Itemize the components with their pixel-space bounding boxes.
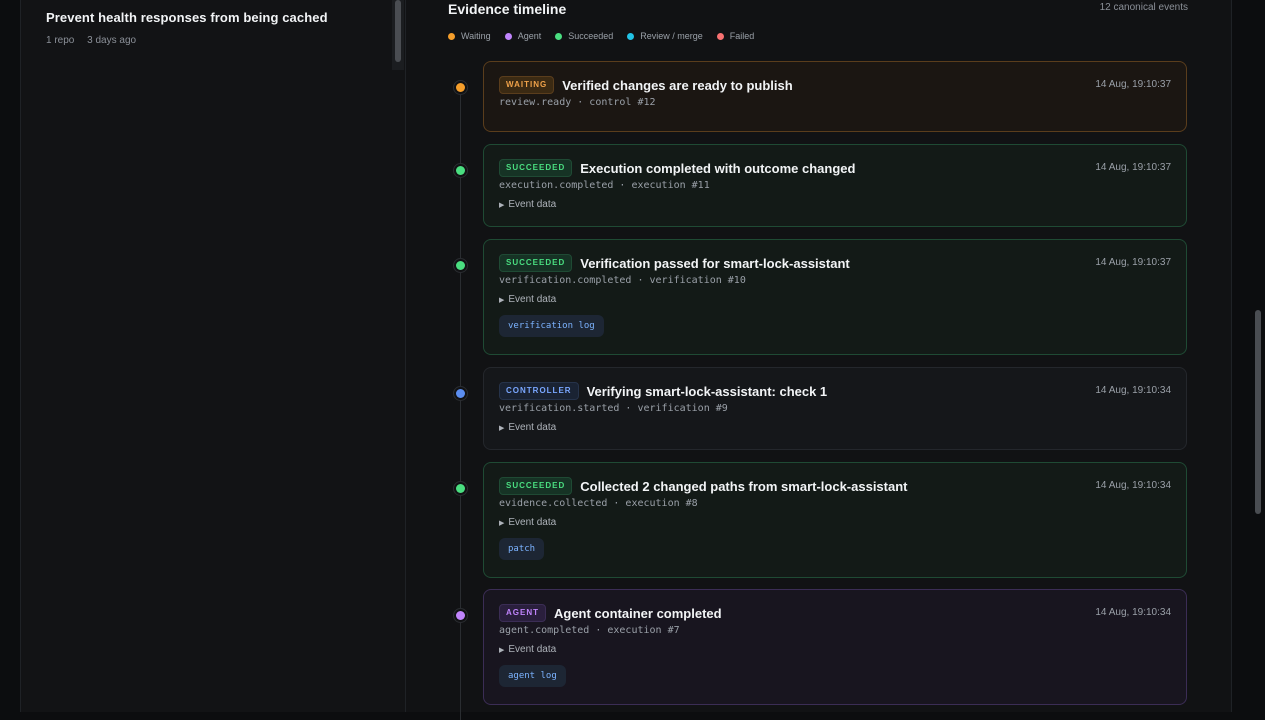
waiting-marker-icon — [456, 83, 465, 92]
status-badge: SUCCEEDED — [499, 159, 573, 177]
event-timestamp: 14 Aug, 19:10:37 — [1095, 257, 1171, 268]
succeeded-dot-icon — [555, 32, 563, 40]
event-timestamp: 14 Aug, 19:10:34 — [1095, 385, 1171, 396]
timeline-event-card[interactable]: WAITING Verified changes are ready to pu… — [483, 61, 1187, 132]
legend-label: Agent — [517, 31, 542, 41]
event-data-label: Event data — [508, 517, 557, 528]
page-scrollbar[interactable] — [1251, 0, 1265, 712]
task-meta: 1 repo 3 days ago — [46, 35, 386, 46]
legend-item-review-merge: Review / merge — [627, 31, 703, 41]
status-badge: CONTROLLER — [499, 382, 579, 400]
task-title: Prevent health responses from being cach… — [46, 10, 328, 25]
event-type-ref: verification.completed · verification #1… — [499, 275, 746, 286]
timeline-event-card[interactable]: SUCCEEDED Verification passed for smart-… — [483, 239, 1187, 355]
event-type-ref: agent.completed · execution #7 — [499, 625, 680, 636]
event-title: Collected 2 changed paths from smart-loc… — [580, 478, 908, 494]
legend-label: Review / merge — [640, 31, 703, 41]
event-data-label: Event data — [508, 199, 557, 210]
event-type-ref: execution.completed · execution #11 — [499, 180, 710, 191]
legend-label: Waiting — [461, 31, 491, 41]
status-badge: AGENT — [499, 604, 546, 622]
status-badge: WAITING — [499, 76, 555, 94]
event-type-ref: evidence.collected · execution #8 — [499, 498, 698, 509]
agent-marker-icon — [456, 611, 465, 620]
event-title: Verified changes are ready to publish — [562, 77, 793, 93]
app-shell: Prevent health responses from being cach… — [20, 0, 1232, 720]
legend-label: Failed — [729, 31, 755, 41]
legend-label: Succeeded — [568, 31, 614, 41]
event-type-ref: verification.started · verification #9 — [499, 403, 728, 414]
legend-item-succeeded: Succeeded — [555, 31, 613, 41]
review-dot-icon — [627, 32, 635, 40]
event-data-toggle[interactable]: ▶ Event data — [499, 422, 1171, 433]
task-repo-count: 1 repo — [46, 35, 75, 46]
timeline-legend: Waiting Agent Succeeded Review / merge F… — [448, 31, 754, 41]
event-data-label: Event data — [508, 294, 557, 305]
agent-dot-icon — [504, 32, 512, 40]
event-timestamp: 14 Aug, 19:10:34 — [1095, 480, 1171, 491]
controller-marker-icon — [456, 389, 465, 398]
disclosure-triangle-icon: ▶ — [499, 296, 505, 304]
failed-dot-icon — [716, 32, 724, 40]
timeline-title: Evidence timeline — [448, 1, 567, 17]
task-age: 3 days ago — [87, 35, 137, 46]
verification-log-link[interactable]: verification log — [499, 315, 604, 337]
legend-item-waiting: Waiting — [448, 31, 491, 41]
event-data-label: Event data — [508, 644, 557, 655]
event-timestamp: 14 Aug, 19:10:37 — [1095, 79, 1171, 90]
event-data-toggle[interactable]: ▶ Event data — [499, 199, 1171, 210]
timeline-event-card[interactable]: AGENT Agent container completed 14 Aug, … — [483, 589, 1187, 705]
page-scrollbar-thumb[interactable] — [1255, 310, 1261, 514]
event-timestamp: 14 Aug, 19:10:34 — [1095, 607, 1171, 618]
patch-link[interactable]: patch — [499, 538, 545, 560]
waiting-dot-icon — [448, 32, 455, 40]
disclosure-triangle-icon: ▶ — [499, 646, 505, 654]
legend-item-agent: Agent — [504, 31, 542, 41]
disclosure-triangle-icon: ▶ — [499, 519, 505, 527]
task-list-scrollbar[interactable] — [392, 0, 404, 70]
status-badge: SUCCEEDED — [499, 254, 573, 272]
succeeded-marker-icon — [456, 484, 465, 493]
task-list-scrollbar-thumb[interactable] — [395, 0, 401, 62]
timeline-event-count: 12 canonical events — [1099, 2, 1188, 13]
event-title: Execution completed with outcome changed — [580, 160, 856, 176]
status-badge: SUCCEEDED — [499, 477, 573, 495]
event-type-ref: review.ready · control #12 — [499, 97, 656, 108]
event-data-toggle[interactable]: ▶ Event data — [499, 644, 1171, 655]
event-data-toggle[interactable]: ▶ Event data — [499, 294, 1171, 305]
task-list-pane: Prevent health responses from being cach… — [21, 0, 406, 712]
disclosure-triangle-icon: ▶ — [499, 424, 505, 432]
event-title: Verifying smart-lock-assistant: check 1 — [586, 383, 828, 399]
timeline-event-card[interactable]: CONTROLLER Verifying smart-lock-assistan… — [483, 367, 1187, 450]
timeline-event-card[interactable]: SUCCEEDED Collected 2 changed paths from… — [483, 462, 1187, 578]
succeeded-marker-icon — [456, 166, 465, 175]
event-title: Agent container completed — [554, 605, 722, 621]
task-list-item[interactable]: Prevent health responses from being cach… — [46, 10, 386, 46]
timeline-event-card[interactable]: SUCCEEDED Execution completed with outco… — [483, 144, 1187, 227]
event-timestamp: 14 Aug, 19:10:37 — [1095, 162, 1171, 173]
timeline-rail — [460, 80, 461, 720]
agent-log-link[interactable]: agent log — [499, 665, 566, 687]
succeeded-marker-icon — [456, 261, 465, 270]
event-data-toggle[interactable]: ▶ Event data — [499, 517, 1171, 528]
event-data-label: Event data — [508, 422, 557, 433]
legend-item-failed: Failed — [716, 31, 755, 41]
disclosure-triangle-icon: ▶ — [499, 201, 505, 209]
timeline-pane: Evidence timeline 12 canonical events Wa… — [406, 0, 1230, 720]
event-title: Verification passed for smart-lock-assis… — [580, 255, 850, 271]
